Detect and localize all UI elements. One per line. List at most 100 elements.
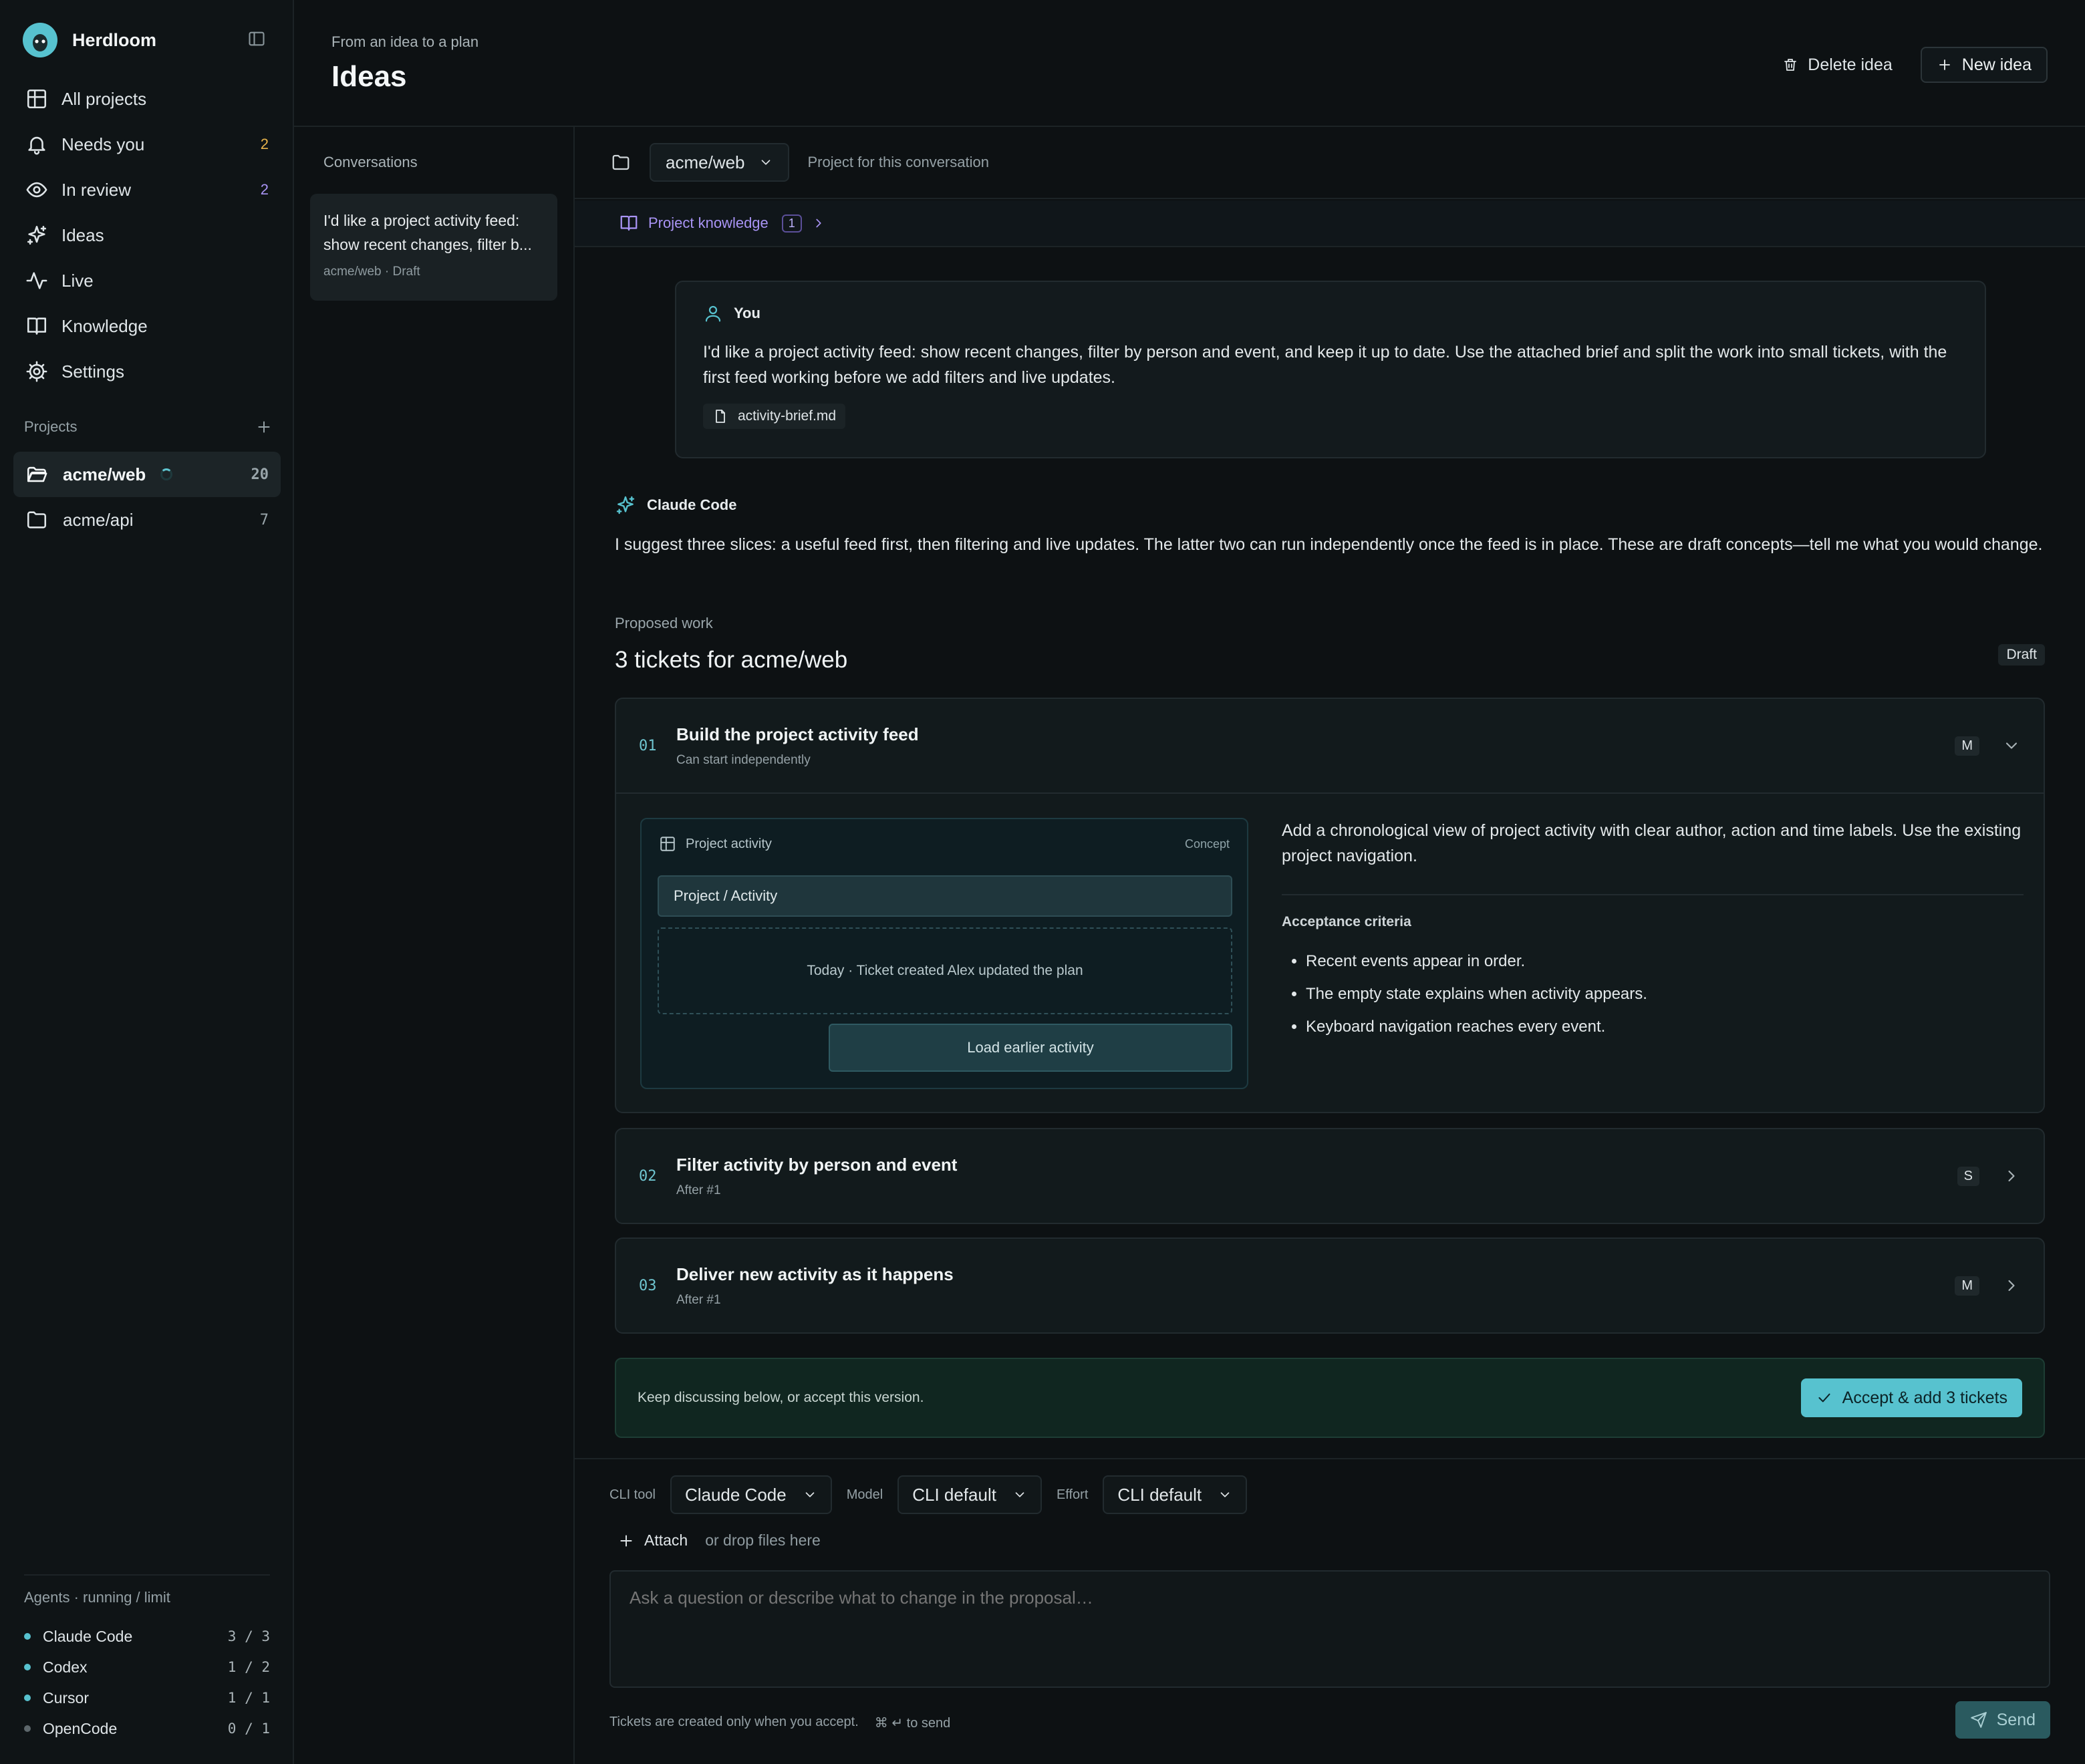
- attach-label: Attach: [644, 1531, 688, 1549]
- nav-item-all-projects[interactable]: All projects: [13, 76, 281, 122]
- attach-button[interactable]: Attach: [617, 1531, 688, 1550]
- project-item-acme-web[interactable]: acme/web 20: [13, 452, 281, 497]
- agent-usage: 0 / 1: [227, 1721, 270, 1737]
- knowledge-count: 1: [781, 214, 802, 233]
- nav-item-knowledge[interactable]: Knowledge: [13, 303, 281, 349]
- drop-hint: or drop files here: [705, 1531, 821, 1549]
- composer: CLI tool Claude Code Model CLI default E…: [575, 1458, 2085, 1764]
- acceptance-criteria-list: Recent events appear in order. The empty…: [1306, 945, 1647, 1043]
- in-review-count: 2: [260, 181, 269, 198]
- effort-select[interactable]: CLI default: [1103, 1475, 1248, 1514]
- page-subtitle: From an idea to a plan: [331, 33, 479, 50]
- project-item-acme-api[interactable]: acme/api 7: [13, 497, 281, 543]
- nav-label: Needs you: [61, 134, 145, 154]
- ticket-card-expanded: 01 Build the project activity feed Can s…: [615, 698, 2045, 1113]
- delete-idea-button[interactable]: Delete idea: [1770, 47, 1904, 83]
- ticket-description: Add a chronological view of project acti…: [1282, 818, 2024, 895]
- cli-tool-label: CLI tool: [609, 1487, 656, 1502]
- agent-name: Codex: [43, 1658, 88, 1676]
- nav-item-ideas[interactable]: Ideas: [13, 212, 281, 258]
- sparkle-icon: [615, 494, 636, 516]
- composer-footer: Tickets are created only when you accept…: [609, 1715, 950, 1731]
- ticket-dependency: After #1: [676, 1183, 721, 1197]
- message-thread[interactable]: You I'd like a project activity feed: sh…: [575, 249, 2085, 1451]
- acceptance-criterion: Recent events appear in order.: [1306, 945, 1647, 978]
- send-button[interactable]: Send: [1955, 1701, 2050, 1739]
- user-message: You I'd like a project activity feed: sh…: [675, 281, 1986, 458]
- model-label: Model: [846, 1487, 883, 1502]
- footer-note: Tickets are created only when you accept…: [609, 1715, 859, 1729]
- folder-open-icon: [25, 463, 48, 486]
- nav-item-needs-you[interactable]: Needs you 2: [13, 122, 281, 167]
- draft-badge: Draft: [1998, 644, 2045, 666]
- book-icon: [25, 315, 48, 337]
- assistant-label: Claude Code: [647, 496, 737, 513]
- model-select[interactable]: CLI default: [897, 1475, 1042, 1514]
- ticket-number: 03: [639, 1277, 657, 1294]
- grid-icon: [25, 88, 48, 110]
- accept-bar: Keep discussing below, or accept this ve…: [615, 1358, 2045, 1438]
- user-label: You: [734, 305, 760, 321]
- model-value: CLI default: [912, 1484, 996, 1505]
- page-title: Ideas: [331, 60, 407, 93]
- chevron-right-icon[interactable]: [2002, 1276, 2021, 1295]
- agent-name: OpenCode: [43, 1719, 118, 1737]
- send-icon: [1970, 1711, 1987, 1729]
- ticket-title: Build the project activity feed: [676, 724, 919, 744]
- nav-item-in-review[interactable]: In review 2: [13, 167, 281, 212]
- attach-row: Attach or drop files here: [617, 1531, 821, 1550]
- project-select[interactable]: acme/web: [650, 143, 789, 182]
- project-name: acme/api: [63, 509, 134, 530]
- nav-label: Settings: [61, 361, 124, 382]
- cli-tool-select[interactable]: Claude Code: [670, 1475, 832, 1514]
- accept-label: Accept & add 3 tickets: [1842, 1388, 2007, 1407]
- agents-header: Agents · running / limit: [24, 1589, 170, 1606]
- brand[interactable]: Herdloom: [21, 21, 156, 59]
- project-hint: Project for this conversation: [807, 154, 989, 170]
- nav-label: Ideas: [61, 225, 104, 245]
- agent-usage: 1 / 2: [227, 1659, 270, 1675]
- conversation-item[interactable]: I'd like a project activity feed: show r…: [310, 194, 557, 301]
- delete-idea-label: Delete idea: [1808, 55, 1893, 74]
- project-knowledge-bar[interactable]: Project knowledge 1: [575, 200, 2085, 247]
- add-project-icon[interactable]: [255, 418, 273, 436]
- nav-label: Knowledge: [61, 315, 148, 336]
- conversation-main: acme/web Project for this conversation P…: [575, 127, 2085, 1764]
- collapse-sidebar-icon[interactable]: [247, 29, 266, 48]
- chevron-down-icon[interactable]: [2002, 736, 2021, 755]
- knowledge-label: Project knowledge: [648, 214, 769, 231]
- attachment-chip[interactable]: activity-brief.md: [703, 404, 846, 429]
- prompt-input[interactable]: [609, 1570, 2050, 1688]
- project-list: acme/web 20 acme/api 7: [13, 452, 281, 543]
- conversation-title: I'd like a project activity feed: show r…: [323, 212, 532, 253]
- nav-label: All projects: [61, 88, 147, 109]
- agent-row: Claude Code 3 / 3: [24, 1621, 270, 1652]
- accept-bar-text: Keep discussing below, or accept this ve…: [638, 1390, 924, 1405]
- agent-status-dot: [24, 1633, 31, 1640]
- concept-title: Project activity: [686, 836, 772, 851]
- chevron-right-icon[interactable]: [2002, 1167, 2021, 1185]
- folder-icon: [611, 152, 631, 172]
- new-idea-button[interactable]: New idea: [1920, 47, 2048, 83]
- agent-row: OpenCode 0 / 1: [24, 1713, 270, 1744]
- nav-item-settings[interactable]: Settings: [13, 349, 281, 394]
- nav-item-live[interactable]: Live: [13, 258, 281, 303]
- proposed-work-label: Proposed work: [615, 615, 713, 631]
- project-name: acme/web: [63, 464, 146, 484]
- ticket-card[interactable]: 03 Deliver new activity as it happens Af…: [615, 1237, 2045, 1334]
- ticket-header[interactable]: 01 Build the project activity feed Can s…: [616, 699, 2044, 792]
- nav-label: Live: [61, 270, 94, 291]
- ticket-title: Filter activity by person and event: [676, 1154, 958, 1175]
- folder-icon: [25, 508, 48, 531]
- agent-status-dot: [24, 1695, 31, 1701]
- user-message-text: I'd like a project activity feed: show r…: [703, 343, 1947, 387]
- gear-icon: [25, 360, 48, 383]
- conversations-panel: Conversations I'd like a project activit…: [294, 127, 575, 1764]
- new-idea-label: New idea: [1961, 55, 2032, 74]
- acceptance-criteria-header: Acceptance criteria: [1282, 914, 1411, 929]
- ticket-size-badge: M: [1955, 736, 1979, 756]
- accept-tickets-button[interactable]: Accept & add 3 tickets: [1800, 1378, 2022, 1417]
- plus-icon: [617, 1532, 635, 1550]
- concept-breadcrumb: Project / Activity: [658, 875, 1232, 917]
- ticket-card[interactable]: 02 Filter activity by person and event A…: [615, 1128, 2045, 1224]
